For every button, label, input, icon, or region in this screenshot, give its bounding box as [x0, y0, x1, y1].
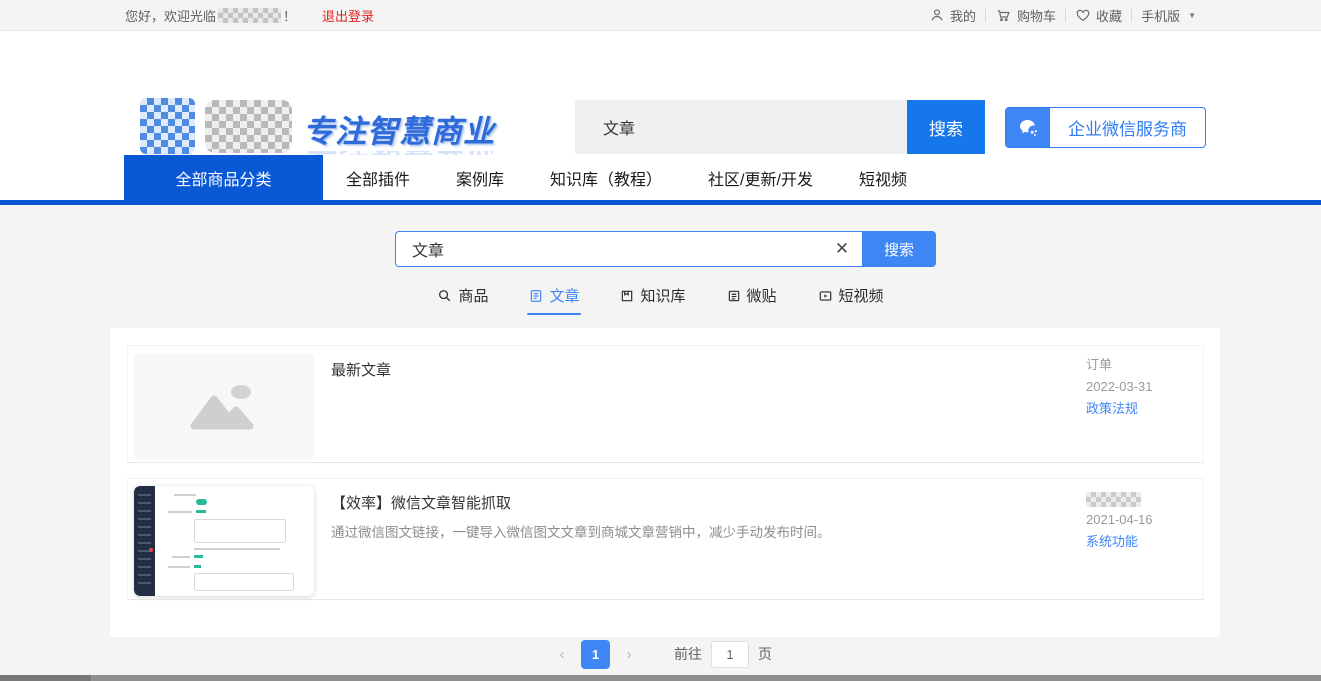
article-title[interactable]: 【效率】微信文章智能抓取: [331, 492, 511, 513]
horizontal-scrollbar: [0, 675, 1321, 681]
search-box: ✕: [395, 231, 862, 267]
header-search-input[interactable]: [575, 100, 907, 154]
user-icon: [929, 7, 945, 23]
article-title[interactable]: 最新文章: [331, 359, 391, 380]
tab-articles[interactable]: 文章: [529, 285, 579, 315]
article-tag-link[interactable]: 政策法规: [1086, 398, 1153, 420]
topbar-greeting: 您好，欢迎光临 ！ 退出登录: [125, 6, 374, 25]
site-logo[interactable]: [140, 98, 292, 154]
search-button[interactable]: 搜索: [862, 231, 936, 267]
nav-item-community[interactable]: 社区/更新/开发: [685, 155, 836, 200]
mobile-version-link[interactable]: 手机版 ▼: [1141, 6, 1196, 25]
blurred-logo-icon: [140, 98, 195, 154]
results-card: 最新文章 订单 2022-03-31 政策法规: [110, 328, 1220, 637]
favorites-link[interactable]: 收藏: [1075, 6, 1122, 25]
tab-knowledge[interactable]: 知识库: [620, 285, 685, 315]
my-account-label: 我的: [950, 6, 976, 25]
nav-item-all-plugins[interactable]: 全部插件: [323, 155, 433, 200]
result-row: 【效率】微信文章智能抓取 通过微信图文链接，一键导入微信图文文章到商城文章营销中…: [127, 478, 1204, 600]
goto-label: 前往: [674, 644, 702, 664]
header-search: 搜索: [575, 100, 985, 154]
slogan-text: 专注智慧商业: [303, 106, 493, 151]
cart-link[interactable]: 购物车: [995, 6, 1056, 25]
header-search-button[interactable]: 搜索: [907, 100, 985, 154]
mini-toggle: [196, 499, 207, 505]
search-input[interactable]: [396, 240, 822, 258]
article-tag-link[interactable]: 系统功能: [1086, 531, 1153, 553]
knowledge-icon: [620, 289, 634, 303]
post-icon: [727, 289, 741, 303]
wechat-work-icon: [1006, 108, 1050, 147]
divider: [1065, 9, 1066, 22]
video-icon: [818, 289, 833, 303]
logout-link[interactable]: 退出登录: [322, 6, 374, 25]
search-panel: ✕ 搜索: [395, 231, 936, 267]
blurred-username: [218, 8, 281, 23]
tab-goods-label: 商品: [458, 285, 488, 306]
tab-knowledge-label: 知识库: [640, 285, 685, 306]
main-nav: 全部商品分类 全部插件 案例库 知识库（教程） 社区/更新/开发 短视频: [0, 155, 1321, 200]
tab-articles-label: 文章: [549, 285, 579, 306]
result-row: 最新文章 订单 2022-03-31 政策法规: [127, 345, 1204, 463]
nav-item-case-library[interactable]: 案例库: [433, 155, 527, 200]
article-category: 订单: [1086, 354, 1153, 376]
article-icon: [529, 289, 543, 303]
page-number-1[interactable]: 1: [581, 640, 610, 669]
wechat-service-label: 企业微信服务商: [1050, 115, 1205, 140]
chevron-down-icon: ▼: [1188, 11, 1196, 20]
page-unit-label: 页: [758, 644, 772, 664]
mini-badge: [149, 548, 153, 552]
article-thumbnail-placeholder[interactable]: [134, 354, 314, 459]
scrollbar-thumb[interactable]: [0, 675, 92, 681]
blurred-category: [1086, 492, 1141, 507]
page: 您好，欢迎光临 ！ 退出登录 我的 购物车: [0, 0, 1321, 681]
goto-page: 前往 页: [674, 641, 772, 668]
article-date: 2021-04-16: [1086, 509, 1153, 531]
article-description: 通过微信图文链接，一键导入微信图文文章到商城文章营销中，减少手动发布时间。: [331, 521, 831, 541]
mini-sidebar: [134, 486, 155, 596]
tab-posts[interactable]: 微贴: [727, 285, 777, 315]
article-meta: 2021-04-16 系统功能: [1086, 487, 1153, 553]
divider: [985, 9, 986, 22]
result-tabs: 商品 文章 知识库 微贴: [0, 285, 1321, 315]
image-placeholder-icon: [188, 380, 260, 434]
main-content: ✕ 搜索 商品 文章 知识库: [0, 205, 1321, 681]
favorites-label: 收藏: [1096, 6, 1122, 25]
article-date: 2022-03-31: [1086, 376, 1153, 398]
next-page-button[interactable]: ›: [616, 646, 642, 663]
cart-icon: [995, 7, 1012, 23]
clear-icon[interactable]: ✕: [822, 239, 862, 259]
topbar-links: 我的 购物车 收藏 手机版 ▼: [929, 6, 1196, 25]
prev-page-button[interactable]: ‹: [549, 646, 575, 663]
pagination: ‹ 1 › 前往 页: [0, 639, 1321, 669]
my-account-link[interactable]: 我的: [929, 6, 976, 25]
nav-item-all-categories[interactable]: 全部商品分类: [124, 155, 323, 200]
wechat-service-button[interactable]: 企业微信服务商: [1005, 107, 1206, 148]
goto-page-input[interactable]: [711, 641, 749, 668]
blurred-logo-text: [205, 100, 292, 153]
greeting-suffix: ！: [283, 6, 296, 25]
nav-item-short-video[interactable]: 短视频: [836, 155, 930, 200]
article-thumbnail-screenshot[interactable]: [134, 486, 314, 596]
nav-item-knowledge-base[interactable]: 知识库（教程）: [527, 155, 685, 200]
header: 专注智慧商业 专注智慧商业 搜索 企业微信服务商: [0, 32, 1321, 155]
tab-posts-label: 微贴: [747, 285, 777, 306]
cart-label: 购物车: [1017, 6, 1056, 25]
tab-videos-label: 短视频: [839, 285, 884, 306]
tab-videos[interactable]: 短视频: [818, 285, 884, 315]
search-icon: [437, 288, 452, 303]
heart-icon: [1075, 7, 1091, 23]
article-meta: 订单 2022-03-31 政策法规: [1086, 354, 1153, 420]
topbar: 您好，欢迎光临 ！ 退出登录 我的 购物车: [0, 0, 1321, 31]
tab-goods[interactable]: 商品: [437, 285, 488, 315]
greeting-prefix: 您好，欢迎光临: [125, 6, 216, 25]
divider: [1131, 9, 1132, 22]
mobile-version-label: 手机版: [1141, 6, 1180, 25]
